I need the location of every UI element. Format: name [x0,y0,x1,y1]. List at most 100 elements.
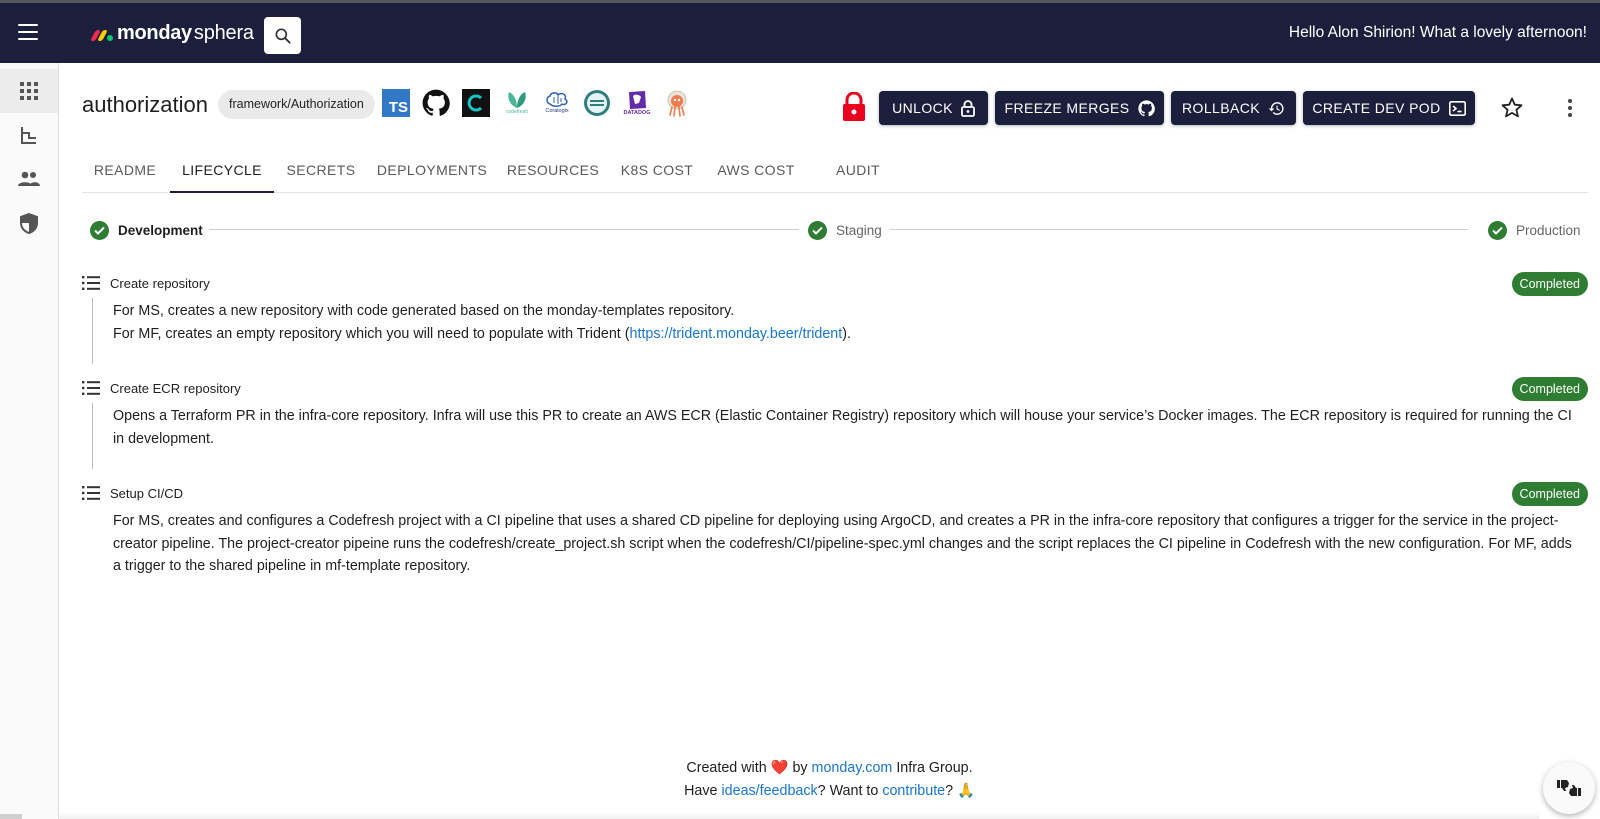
tab-resources[interactable]: RESOURCES [498,152,608,193]
history-icon [1268,101,1284,115]
datadog-icon [629,90,646,109]
heart-icon: ❤️ [770,760,789,776]
unlock-button[interactable]: UNLOCK [879,91,988,125]
page-footer: Created with ❤️ by monday.com Infra Grou… [59,757,1600,802]
github-icon [1137,99,1155,116]
datadog-link[interactable]: DATADOG [622,88,652,118]
search-button[interactable] [264,17,301,54]
monitoring-tool-link[interactable] [582,88,612,118]
check-circle-icon [808,220,827,240]
hierarchy-icon [21,127,36,144]
terminal-icon [1448,100,1466,116]
footer-feedback-line: Have ideas/feedback? Want to contribute?… [59,780,1600,803]
pray-icon: 🙏 [957,782,975,799]
status-badge: Completed [1511,377,1588,401]
feedback-fab-button[interactable] [1543,762,1595,814]
footer-text: Have [684,782,718,799]
item-title: Setup CI/CD [110,485,183,501]
freeze-merges-label: FREEZE MERGES [1004,100,1130,116]
step-development[interactable]: Development [90,218,203,242]
footer-text: ? [945,782,954,799]
feedback-link[interactable]: ideas/feedback [721,783,817,799]
tab-aws-cost[interactable]: AWS COST [706,152,806,193]
favorite-star-icon[interactable] [1500,96,1524,120]
description-line: For MF, creates an empty repository whic… [113,323,851,346]
footer-text: ? Want to [817,782,879,799]
footer-text: Created with [686,760,767,776]
menu-icon[interactable] [18,24,38,40]
rail-item-security[interactable] [0,201,58,245]
github-link[interactable] [421,88,451,118]
argo-link[interactable] [662,88,692,118]
search-icon [275,28,291,44]
locked-lock-icon [843,92,865,121]
item-header: Create repository [82,272,210,294]
codefresh-leaf-icon [508,92,526,108]
contribute-link[interactable]: contribute [882,783,945,799]
item-title: Create repository [110,275,210,291]
lifecycle-item-create-ecr-repository: Create ECR repository Completed Opens a … [82,377,1588,473]
service-tabs: README LIFECYCLE SECRETS DEPLOYMENTS RES… [82,152,1588,193]
step-label: Staging [836,222,882,238]
freeze-merges-button[interactable]: FREEZE MERGES [995,91,1164,125]
description-line: For MS, creates a new repository with co… [113,303,735,319]
tab-readme[interactable]: README [82,152,168,193]
tab-deployments[interactable]: DEPLOYMENTS [368,152,496,193]
tab-secrets[interactable]: SECRETS [276,152,366,193]
step-connector [890,229,1468,230]
footer-credit-line: Created with ❤️ by monday.com Infra Grou… [59,757,1600,780]
codefresh-link[interactable]: codefresh [502,88,532,118]
description-line: For MS, creates and configures a Codefre… [113,513,1572,574]
datadog-label: DATADOG [623,109,651,116]
status-badge: Completed [1511,272,1588,296]
rail-item-people[interactable] [0,157,58,201]
tab-k8s-cost[interactable]: K8S COST [610,152,704,193]
monitoring-tool-icon [584,90,610,116]
lifecycle-item-create-repository: Create repository Completed For MS, crea… [82,272,1588,368]
tab-lifecycle[interactable]: LIFECYCLE [170,152,274,193]
argo-octopus-icon [667,90,687,117]
rail-scroll-indicator [0,814,22,819]
framework-chip[interactable]: framework/Authorization [218,90,375,119]
tab-audit[interactable]: AUDIT [820,152,896,193]
check-circle-icon [1488,220,1507,240]
item-header: Create ECR repository [82,377,241,399]
status-badge: Completed [1511,482,1588,506]
more-options-icon[interactable] [1558,96,1582,120]
coralogix-label: Coralogix [545,107,569,114]
codefresh-c-icon [462,89,490,117]
rail-item-hierarchy[interactable] [0,113,58,157]
monday-com-link[interactable]: monday.com [812,760,893,776]
coralogix-link[interactable]: Coralogix [542,88,572,118]
step-staging[interactable]: Staging [808,218,882,242]
logo-text-sphera: sphera [193,21,254,44]
trident-link[interactable]: https://trident.monday.beer/trident [630,326,843,342]
typescript-icon: TS [382,89,410,117]
typescript-link[interactable]: TS [381,88,411,118]
lifecycle-stepper: Development Staging Production [82,218,1588,242]
codefresh-project-link[interactable] [461,88,491,118]
item-header: Setup CI/CD [82,482,183,504]
create-dev-pod-button[interactable]: CREATE DEV POD [1303,91,1475,125]
unlock-button-label: UNLOCK [892,100,953,116]
rollback-button[interactable]: ROLLBACK [1171,91,1296,125]
description-text: ). [842,325,851,342]
github-icon [422,89,450,116]
monday-logo-mark [90,25,113,41]
rail-item-apps[interactable] [0,69,58,113]
greeting-text: Hello Alon Shirion! What a lovely aftern… [1288,24,1587,41]
create-dev-pod-label: CREATE DEV POD [1312,100,1441,116]
description-text: For MF, creates an empty repository whic… [113,325,630,342]
step-production[interactable]: Production [1488,218,1581,242]
item-description: Opens a Terraform PR in the infra-core r… [92,403,1572,469]
lock-open-icon [960,99,975,117]
side-navigation-rail [0,63,59,819]
check-circle-icon [90,220,109,240]
footer-text: Infra Group. [896,760,973,776]
shield-icon [20,212,38,234]
step-label: Development [118,222,203,238]
monday-sphera-logo[interactable]: monday sphera [90,19,254,47]
lifecycle-item-setup-ci-cd: Setup CI/CD Completed For MS, creates an… [82,482,1588,592]
codefresh-label: codefresh [506,109,528,115]
coralogix-brain-icon [546,91,568,107]
